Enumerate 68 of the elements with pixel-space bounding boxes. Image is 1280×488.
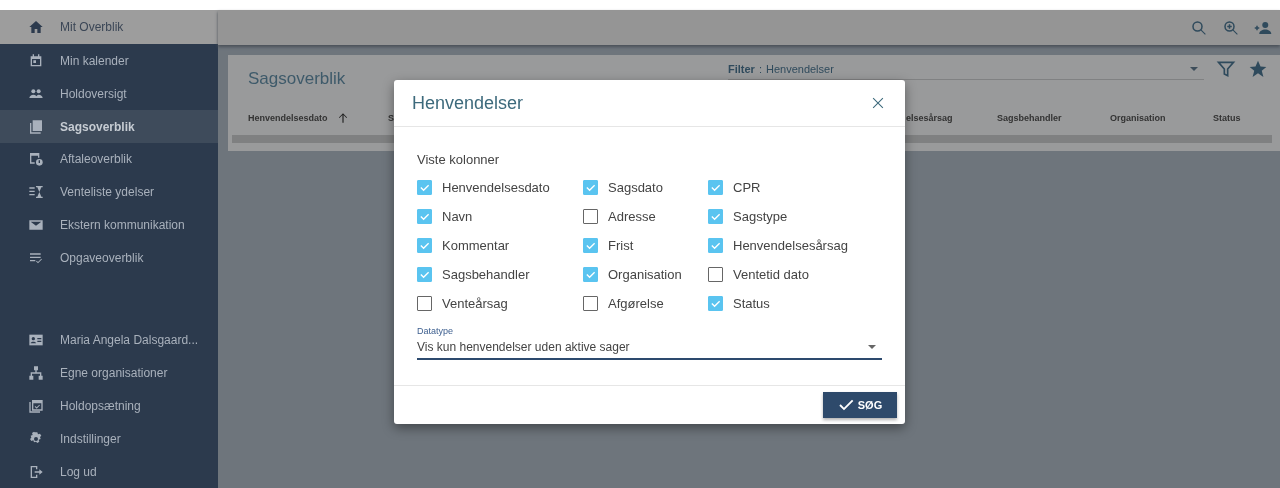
checkbox-label[interactable]: Navn [442,208,473,224]
checkbox-label[interactable]: Sagstype [733,208,788,224]
checkbox-label[interactable]: Organisation [608,266,682,282]
zoom-in-icon [1222,18,1240,37]
logout-icon [28,463,44,480]
sidebar-item[interactable]: Log ud [0,455,218,488]
checkbox[interactable] [708,295,723,311]
sidebar-item[interactable]: Holdoversigt [0,77,218,111]
checkbox-label[interactable]: Status [733,295,770,311]
column-header[interactable]: Organisation [1110,113,1213,123]
sidebar-item[interactable]: Egne organisationer [0,356,218,390]
search-button[interactable]: SØG [823,392,897,418]
dialog-title: Henvendelser [412,92,524,114]
field-label: Datatype [417,326,455,336]
column-header[interactable]: Status [1213,113,1273,123]
search-icon [1190,18,1208,37]
sidebar-item[interactable]: Aftaleoverblik [0,143,218,176]
hourglass-list-icon [28,184,44,201]
sidebar-item[interactable]: Min kalender [0,44,218,78]
checkbox-label[interactable]: Sagsdato [608,179,663,195]
sidebar-item[interactable]: Mit Overblik [0,10,218,45]
checkbox[interactable] [417,237,432,253]
section-label: Viste kolonner [417,152,501,167]
checkbox[interactable] [708,237,723,253]
checkbox-label[interactable]: Sagsbehandler [442,266,530,282]
filter-icon [1216,59,1236,79]
sidebar-item[interactable]: Ekstern kommunikation [0,208,218,242]
checkbox[interactable] [417,208,432,224]
check-icon [837,398,854,412]
checkbox[interactable] [583,295,598,311]
checkbox-label[interactable]: CPR [733,179,761,195]
datatype-select[interactable]: Vis kun henvendelser uden aktive sager [417,336,882,360]
column-header[interactable]: Sagsbehandler [997,113,1110,123]
sidebar-item[interactable]: Holdopsætning [0,389,218,423]
checkbox-label[interactable]: Frist [608,237,634,253]
checkbox[interactable] [708,266,723,282]
checkbox-label[interactable]: Venteårsag [442,295,508,311]
column-header[interactable]: elsesårsag [906,113,997,123]
sidebar-item[interactable]: Maria Angela Dalsgaard... [0,323,218,357]
calendar-stack-icon [28,397,44,414]
checkbox[interactable] [708,179,723,195]
checkbox[interactable] [583,237,598,253]
checkbox-label[interactable]: Kommentar [442,237,510,253]
sidebar-item[interactable]: Indstillinger [0,422,218,456]
page-title: Sagsoverblik [248,69,347,89]
calendar-clock-icon [28,151,44,168]
checkbox[interactable] [583,179,598,195]
checkbox-label[interactable]: Henvendelsesdato [442,179,550,195]
column-header[interactable]: Henvendelsesdato [248,111,388,125]
checkbox-label[interactable]: Afgørelse [608,295,664,311]
id-card-icon [28,332,44,348]
checkbox-label[interactable]: Adresse [608,208,656,224]
checkbox[interactable] [708,208,723,224]
folder-stack-icon [28,118,44,135]
checkbox[interactable] [583,208,598,224]
calendar-icon [28,52,44,69]
sidebar-item[interactable]: Venteliste ydelser [0,175,218,209]
sidebar-item[interactable]: Sagsoverblik [0,110,218,143]
home-icon [28,19,44,36]
checkbox-label[interactable]: Ventetid dato [733,266,809,282]
checkbox[interactable] [417,295,432,311]
hierarchy-icon [28,364,44,381]
sidebar-item[interactable]: Opgaveoverblik [0,241,218,275]
checkbox[interactable] [583,266,598,282]
checkbox-label[interactable]: Henvendelsesårsag [733,237,848,253]
checkbox[interactable] [417,179,432,195]
checkbox[interactable] [417,266,432,282]
star-icon [1248,59,1268,79]
